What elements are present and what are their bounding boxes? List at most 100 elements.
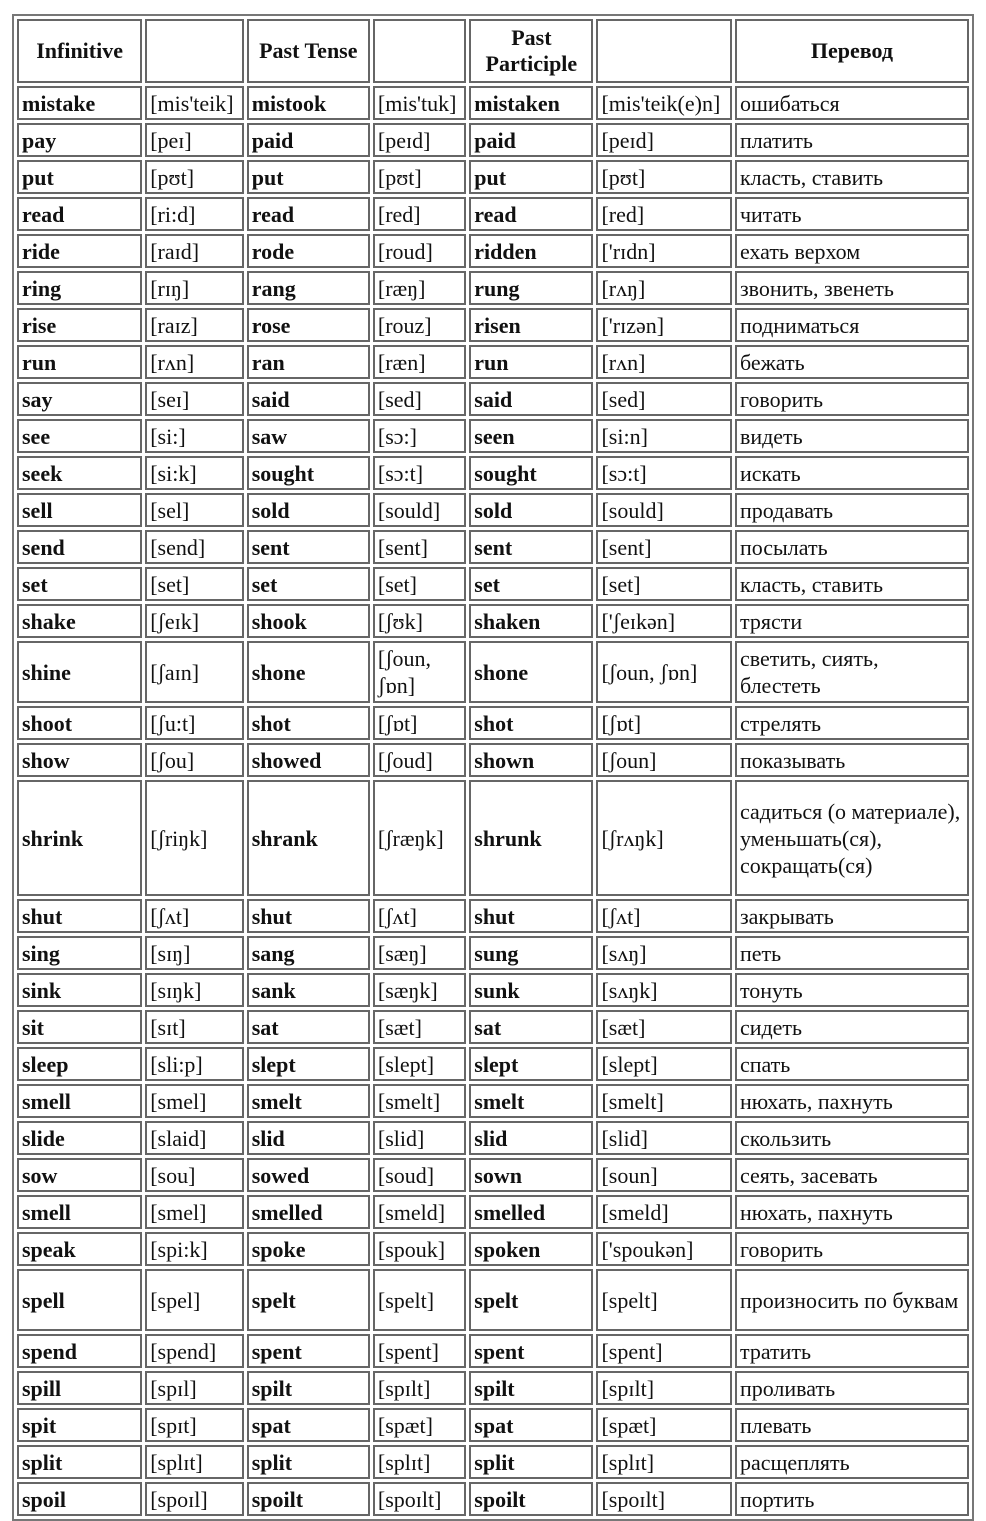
cell-infinitive: spoil — [17, 1482, 143, 1516]
cell-past-participle-transcription: [slid] — [596, 1121, 732, 1155]
table-row: shrink [ʃriŋk] shrank [ʃræŋk] shrunk [ʃrʌŋk] с… — [17, 780, 969, 896]
cell-past-tense: sowed — [246, 1158, 370, 1192]
cell-past-participle-transcription: [si:n] — [596, 419, 732, 453]
cell-translation: класть, ставить — [734, 160, 969, 194]
cell-infinitive: set — [17, 567, 143, 601]
cell-infinitive: spend — [17, 1334, 143, 1368]
cell-past-tense: spilt — [246, 1371, 370, 1405]
cell-infinitive: put — [17, 160, 143, 194]
cell-past-tense-transcription: [ræŋ] — [372, 271, 467, 305]
cell-past-tense-transcription: [red] — [372, 197, 467, 231]
cell-infinitive: rise — [17, 308, 143, 342]
cell-infinitive-transcription: [splɪt] — [145, 1445, 244, 1479]
cell-translation: звонить, звенеть — [734, 271, 969, 305]
cell-past-participle-transcription: [red] — [596, 197, 732, 231]
cell-past-tense-transcription: [peɪd] — [372, 123, 467, 157]
cell-past-tense: rang — [246, 271, 370, 305]
cell-infinitive-transcription: [spɪl] — [145, 1371, 244, 1405]
cell-past-participle: slid — [469, 1121, 594, 1155]
cell-past-tense-transcription: [slid] — [372, 1121, 467, 1155]
table-row: run [rʌn] ran [ræn] run [rʌn] бежать — [17, 345, 969, 379]
cell-translation: нюхать, пахнуть — [734, 1084, 969, 1118]
cell-past-tense-transcription: [spouk] — [372, 1232, 467, 1266]
cell-past-participle-transcription: [set] — [596, 567, 732, 601]
cell-translation: подниматься — [734, 308, 969, 342]
cell-infinitive: sing — [17, 936, 143, 970]
cell-translation: говорить — [734, 382, 969, 416]
cell-infinitive: run — [17, 345, 143, 379]
table-row: slide [slaid] slid [slid] slid [slid] скользит… — [17, 1121, 969, 1155]
cell-past-tense: sold — [246, 493, 370, 527]
cell-infinitive-transcription: [spoɪl] — [145, 1482, 244, 1516]
table-row: send [send] sent [sent] sent [sent] посылать — [17, 530, 969, 564]
table-row: see [si:] saw [sɔ:] seen [si:n] видеть — [17, 419, 969, 453]
cell-infinitive-transcription: [pʊt] — [145, 160, 244, 194]
table-row: rise [raɪz] rose [rouz] risen ['rɪzən] поднима… — [17, 308, 969, 342]
cell-past-participle-transcription: [peɪd] — [596, 123, 732, 157]
cell-infinitive-transcription: [smel] — [145, 1084, 244, 1118]
cell-past-participle-transcription: [rʌŋ] — [596, 271, 732, 305]
cell-translation: сидеть — [734, 1010, 969, 1044]
cell-past-participle: rung — [469, 271, 594, 305]
cell-translation: показывать — [734, 743, 969, 777]
cell-past-participle-transcription: [mis'teik(e)n] — [596, 86, 732, 120]
cell-infinitive-transcription: [ri:d] — [145, 197, 244, 231]
cell-past-tense: slept — [246, 1047, 370, 1081]
cell-past-participle-transcription: [spoɪlt] — [596, 1482, 732, 1516]
cell-past-tense-transcription: [sɔ:t] — [372, 456, 467, 490]
cell-past-tense: shone — [246, 641, 370, 703]
cell-past-participle: shaken — [469, 604, 594, 638]
cell-past-participle: sown — [469, 1158, 594, 1192]
cell-past-participle-transcription: [rʌn] — [596, 345, 732, 379]
cell-past-tense: spoilt — [246, 1482, 370, 1516]
cell-past-participle-transcription: ['rɪzən] — [596, 308, 732, 342]
cell-past-tense: slid — [246, 1121, 370, 1155]
cell-past-tense: sat — [246, 1010, 370, 1044]
cell-translation: тонуть — [734, 973, 969, 1007]
cell-past-participle-transcription: [sʌŋ] — [596, 936, 732, 970]
cell-past-participle: sold — [469, 493, 594, 527]
cell-translation: искать — [734, 456, 969, 490]
cell-past-participle: sunk — [469, 973, 594, 1007]
cell-infinitive-transcription: [sɪŋk] — [145, 973, 244, 1007]
cell-past-participle: sat — [469, 1010, 594, 1044]
cell-infinitive-transcription: [ʃou] — [145, 743, 244, 777]
cell-translation: бежать — [734, 345, 969, 379]
table-row: ring [rɪŋ] rang [ræŋ] rung [rʌŋ] звонить, звен… — [17, 271, 969, 305]
cell-past-participle-transcription: [sɔ:t] — [596, 456, 732, 490]
table-row: spell [spel] spelt [spelt] spelt [spelt] произ… — [17, 1269, 969, 1331]
cell-translation: говорить — [734, 1232, 969, 1266]
cell-past-tense: spat — [246, 1408, 370, 1442]
cell-past-tense: sank — [246, 973, 370, 1007]
cell-infinitive: shrink — [17, 780, 143, 896]
header-past-tense-transcription — [372, 19, 467, 83]
cell-past-participle: spoilt — [469, 1482, 594, 1516]
cell-infinitive-transcription: [sli:p] — [145, 1047, 244, 1081]
cell-past-participle-transcription: [smelt] — [596, 1084, 732, 1118]
cell-past-participle-transcription: [sʌŋk] — [596, 973, 732, 1007]
cell-past-participle-transcription: ['spoukən] — [596, 1232, 732, 1266]
cell-past-participle: risen — [469, 308, 594, 342]
cell-past-tense: split — [246, 1445, 370, 1479]
irregular-verbs-table: Infinitive Past Tense Past Participle Пе… — [12, 14, 974, 1521]
cell-past-participle: paid — [469, 123, 594, 157]
cell-past-tense-transcription: [smelt] — [372, 1084, 467, 1118]
table-row: shake [ʃeɪk] shook [ʃʊk] shaken ['ʃeɪkən] тряс… — [17, 604, 969, 638]
cell-past-tense: smelled — [246, 1195, 370, 1229]
cell-past-tense-transcription: [ʃʌt] — [372, 899, 467, 933]
cell-translation: проливать — [734, 1371, 969, 1405]
cell-infinitive: spit — [17, 1408, 143, 1442]
cell-past-tense-transcription: [sɔ:] — [372, 419, 467, 453]
table-row: read [ri:d] read [red] read [red] читать — [17, 197, 969, 231]
cell-infinitive-transcription: [sou] — [145, 1158, 244, 1192]
cell-past-participle: sought — [469, 456, 594, 490]
cell-infinitive-transcription: [raɪz] — [145, 308, 244, 342]
cell-past-participle: shown — [469, 743, 594, 777]
cell-infinitive: sell — [17, 493, 143, 527]
cell-past-tense: spent — [246, 1334, 370, 1368]
table-row: put [pʊt] put [pʊt] put [pʊt] класть, ставить — [17, 160, 969, 194]
cell-past-participle-transcription: [spent] — [596, 1334, 732, 1368]
table-row: shut [ʃʌt] shut [ʃʌt] shut [ʃʌt] закрывать — [17, 899, 969, 933]
cell-infinitive-transcription: [rʌn] — [145, 345, 244, 379]
cell-translation: садиться (о материале), уменьшать(ся), с… — [734, 780, 969, 896]
